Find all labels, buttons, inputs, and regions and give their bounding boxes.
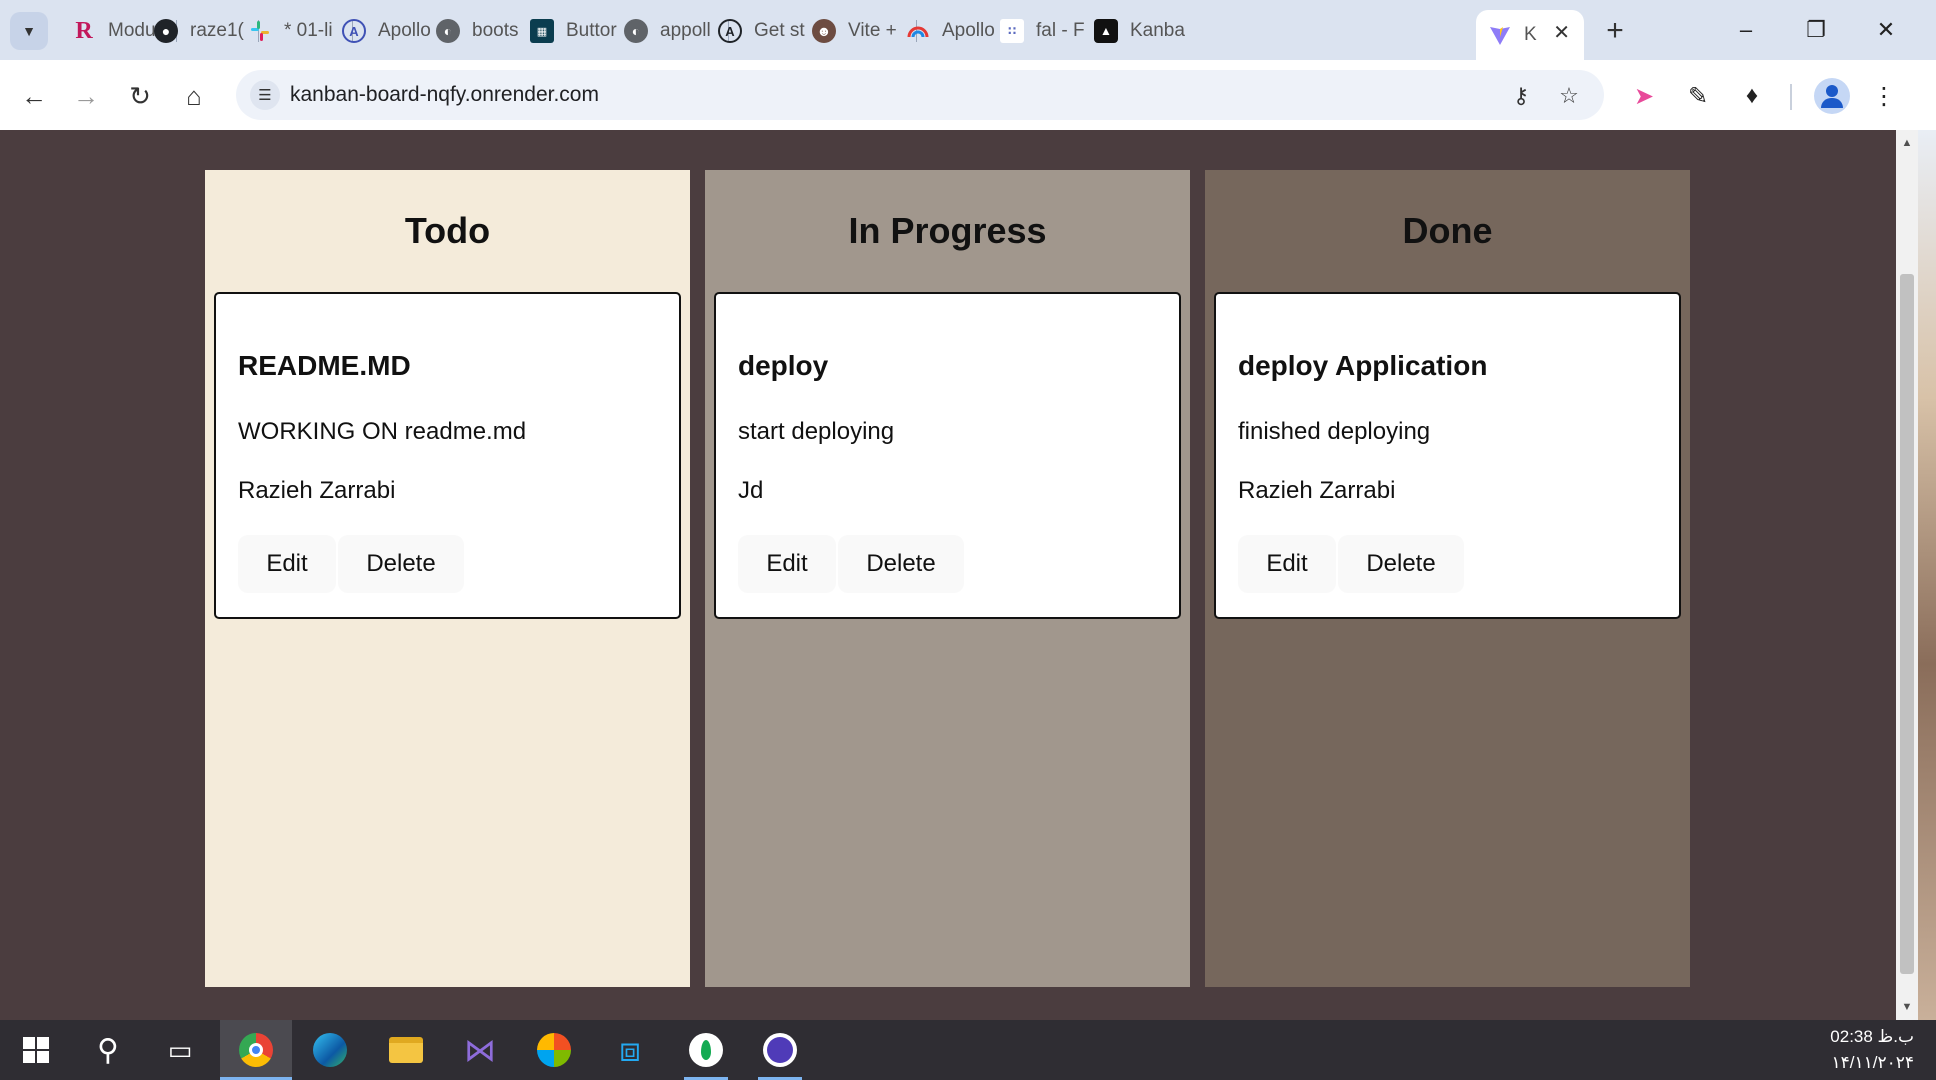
column-title: In Progress — [848, 210, 1047, 251]
globe-icon: ◐ — [436, 19, 460, 43]
eyedropper-icon[interactable]: ✎ — [1680, 78, 1716, 114]
task-card: deploy Application finished deploying Ra… — [1214, 292, 1681, 619]
reload-button[interactable]: ↻ — [120, 76, 160, 116]
menu-kebab-icon[interactable]: ⋮ — [1866, 78, 1902, 114]
tab-label: Apollo — [378, 20, 431, 41]
bookmark-star-icon[interactable]: ☆ — [1554, 81, 1584, 111]
restore-button[interactable]: ❐ — [1786, 12, 1846, 48]
visual-studio-icon[interactable]: ⋈ — [444, 1020, 516, 1080]
browser-toolbar: ← → ↻ ⌂ ☰ kanban-board-nqfy.onrender.com… — [0, 60, 1936, 130]
tab-label: Apollo — [942, 20, 995, 41]
app-icon[interactable] — [744, 1020, 816, 1080]
address-bar[interactable]: ☰ kanban-board-nqfy.onrender.com ⚷ ☆ — [236, 70, 1604, 120]
card-title: deploy — [738, 350, 829, 381]
clock-time: 02:38 ب.ظ — [1830, 1027, 1914, 1046]
home-button[interactable]: ⌂ — [174, 76, 214, 116]
forward-button[interactable]: → — [66, 76, 106, 116]
column-title: Done — [1402, 210, 1493, 251]
chrome-icon[interactable] — [220, 1020, 292, 1080]
tab-label: Buttor — [566, 20, 617, 41]
apollo-icon: A — [342, 19, 366, 43]
key-icon[interactable]: ⚷ — [1506, 81, 1536, 111]
tab-item[interactable]: ▲ Kanba — [1082, 10, 1199, 52]
edge-icon[interactable] — [294, 1020, 366, 1080]
r-logo-icon: R — [75, 17, 93, 44]
close-tab-icon[interactable]: ✕ — [1553, 20, 1570, 45]
apollo-icon: A — [718, 19, 742, 43]
task-card: README.MD WORKING ON readme.md Razieh Za… — [214, 292, 681, 619]
github-icon: ● — [154, 19, 178, 43]
column-title: Todo — [404, 210, 491, 251]
clock-date: ۱۴/۱۱/۲۰۲۴ — [1831, 1053, 1915, 1072]
card-description: start deploying — [738, 418, 895, 445]
card-description: WORKING ON readme.md — [238, 418, 527, 445]
avatar-icon: ☻ — [812, 19, 836, 43]
page-scrollbar[interactable]: ▲ ▼ — [1896, 130, 1918, 1020]
file-explorer-icon[interactable] — [370, 1020, 442, 1080]
globe-icon: ◐ — [624, 19, 648, 43]
scroll-down-icon[interactable]: ▼ — [1896, 996, 1918, 1018]
rainbow-icon — [906, 19, 930, 43]
card-assignee: Jd — [738, 477, 764, 504]
chevron-down-icon: ▼ — [22, 23, 36, 39]
address-url[interactable]: kanban-board-nqfy.onrender.com — [290, 83, 599, 107]
active-tab[interactable]: K ✕ — [1476, 10, 1584, 60]
edit-button[interactable]: Edit — [738, 535, 836, 593]
vscode-icon[interactable]: ⧈ — [594, 1020, 666, 1080]
column-in-progress: In Progress deploy start deploying Jd Ed… — [705, 170, 1190, 987]
tab-label: boots — [472, 20, 519, 41]
column-done: Done deploy Application finished deployi… — [1205, 170, 1690, 987]
card-description: finished deploying — [1238, 418, 1431, 445]
tab-label: * 01-li — [284, 20, 333, 41]
start-icon[interactable] — [0, 1020, 72, 1080]
profile-avatar[interactable] — [1814, 78, 1850, 114]
dots-icon: ∷ — [1000, 19, 1024, 43]
tab-label: fal - F — [1036, 20, 1085, 41]
scrollbar-thumb[interactable] — [1900, 274, 1914, 974]
tab-label: Vite + — [848, 20, 897, 41]
tab-label: K — [1524, 24, 1537, 45]
desktop-background-edge — [1918, 130, 1936, 1020]
tab-strip: ▼ R Modu ● raze1( * 01-li A Apollo ◐ boo… — [0, 0, 1936, 60]
delete-button[interactable]: Delete — [338, 535, 464, 593]
mongodb-icon[interactable] — [670, 1020, 742, 1080]
card-assignee: Razieh Zarrabi — [1238, 477, 1396, 504]
task-card: deploy start deploying Jd Edit Delete — [714, 292, 1181, 619]
card-assignee: Razieh Zarrabi — [238, 477, 396, 504]
edit-button[interactable]: Edit — [1238, 535, 1336, 593]
task-view-icon[interactable]: ▭ — [144, 1020, 216, 1080]
tab-label: appoll — [660, 20, 711, 41]
site-settings-icon[interactable]: ☰ — [250, 80, 280, 110]
column-todo: Todo README.MD WORKING ON readme.md Razi… — [205, 170, 690, 987]
delete-button[interactable]: Delete — [1338, 535, 1464, 593]
system-clock[interactable]: 02:38 ب.ظ ۱۴/۱۱/۲۰۲۴ — [1830, 1024, 1914, 1076]
tab-search-button[interactable]: ▼ — [10, 12, 48, 50]
tab-label: Get st — [754, 20, 805, 41]
minimize-button[interactable]: – — [1716, 12, 1776, 48]
grid-logo-icon: ▦ — [530, 19, 554, 43]
extension-arrow-icon[interactable]: ➤ — [1626, 78, 1662, 114]
kanban-board: Todo README.MD WORKING ON readme.md Razi… — [205, 170, 1690, 987]
slack-icon — [248, 19, 272, 43]
app-icon[interactable] — [518, 1020, 590, 1080]
back-button[interactable]: ← — [14, 76, 54, 116]
extensions-puzzle-icon[interactable]: ♦ — [1734, 78, 1770, 114]
page-viewport: Todo README.MD WORKING ON readme.md Razi… — [0, 130, 1896, 1020]
delete-button[interactable]: Delete — [838, 535, 964, 593]
card-title: deploy Application — [1238, 350, 1488, 381]
scroll-up-icon[interactable]: ▲ — [1896, 132, 1918, 154]
close-window-button[interactable]: ✕ — [1856, 12, 1916, 48]
edit-button[interactable]: Edit — [238, 535, 336, 593]
toolbar-divider — [1790, 84, 1792, 110]
search-icon[interactable]: ⚲ — [72, 1020, 144, 1080]
card-title: README.MD — [238, 350, 411, 381]
windows-taskbar: ⚲ ▭ ⋈ ⧈ 02:38 ب.ظ ۱۴/۱۱/۲۰۲۴ — [0, 1020, 1936, 1080]
new-tab-button[interactable]: + — [1598, 14, 1632, 48]
render-icon: ▲ — [1094, 19, 1118, 43]
vite-icon — [1488, 23, 1512, 47]
tab-label: Kanba — [1130, 20, 1185, 41]
